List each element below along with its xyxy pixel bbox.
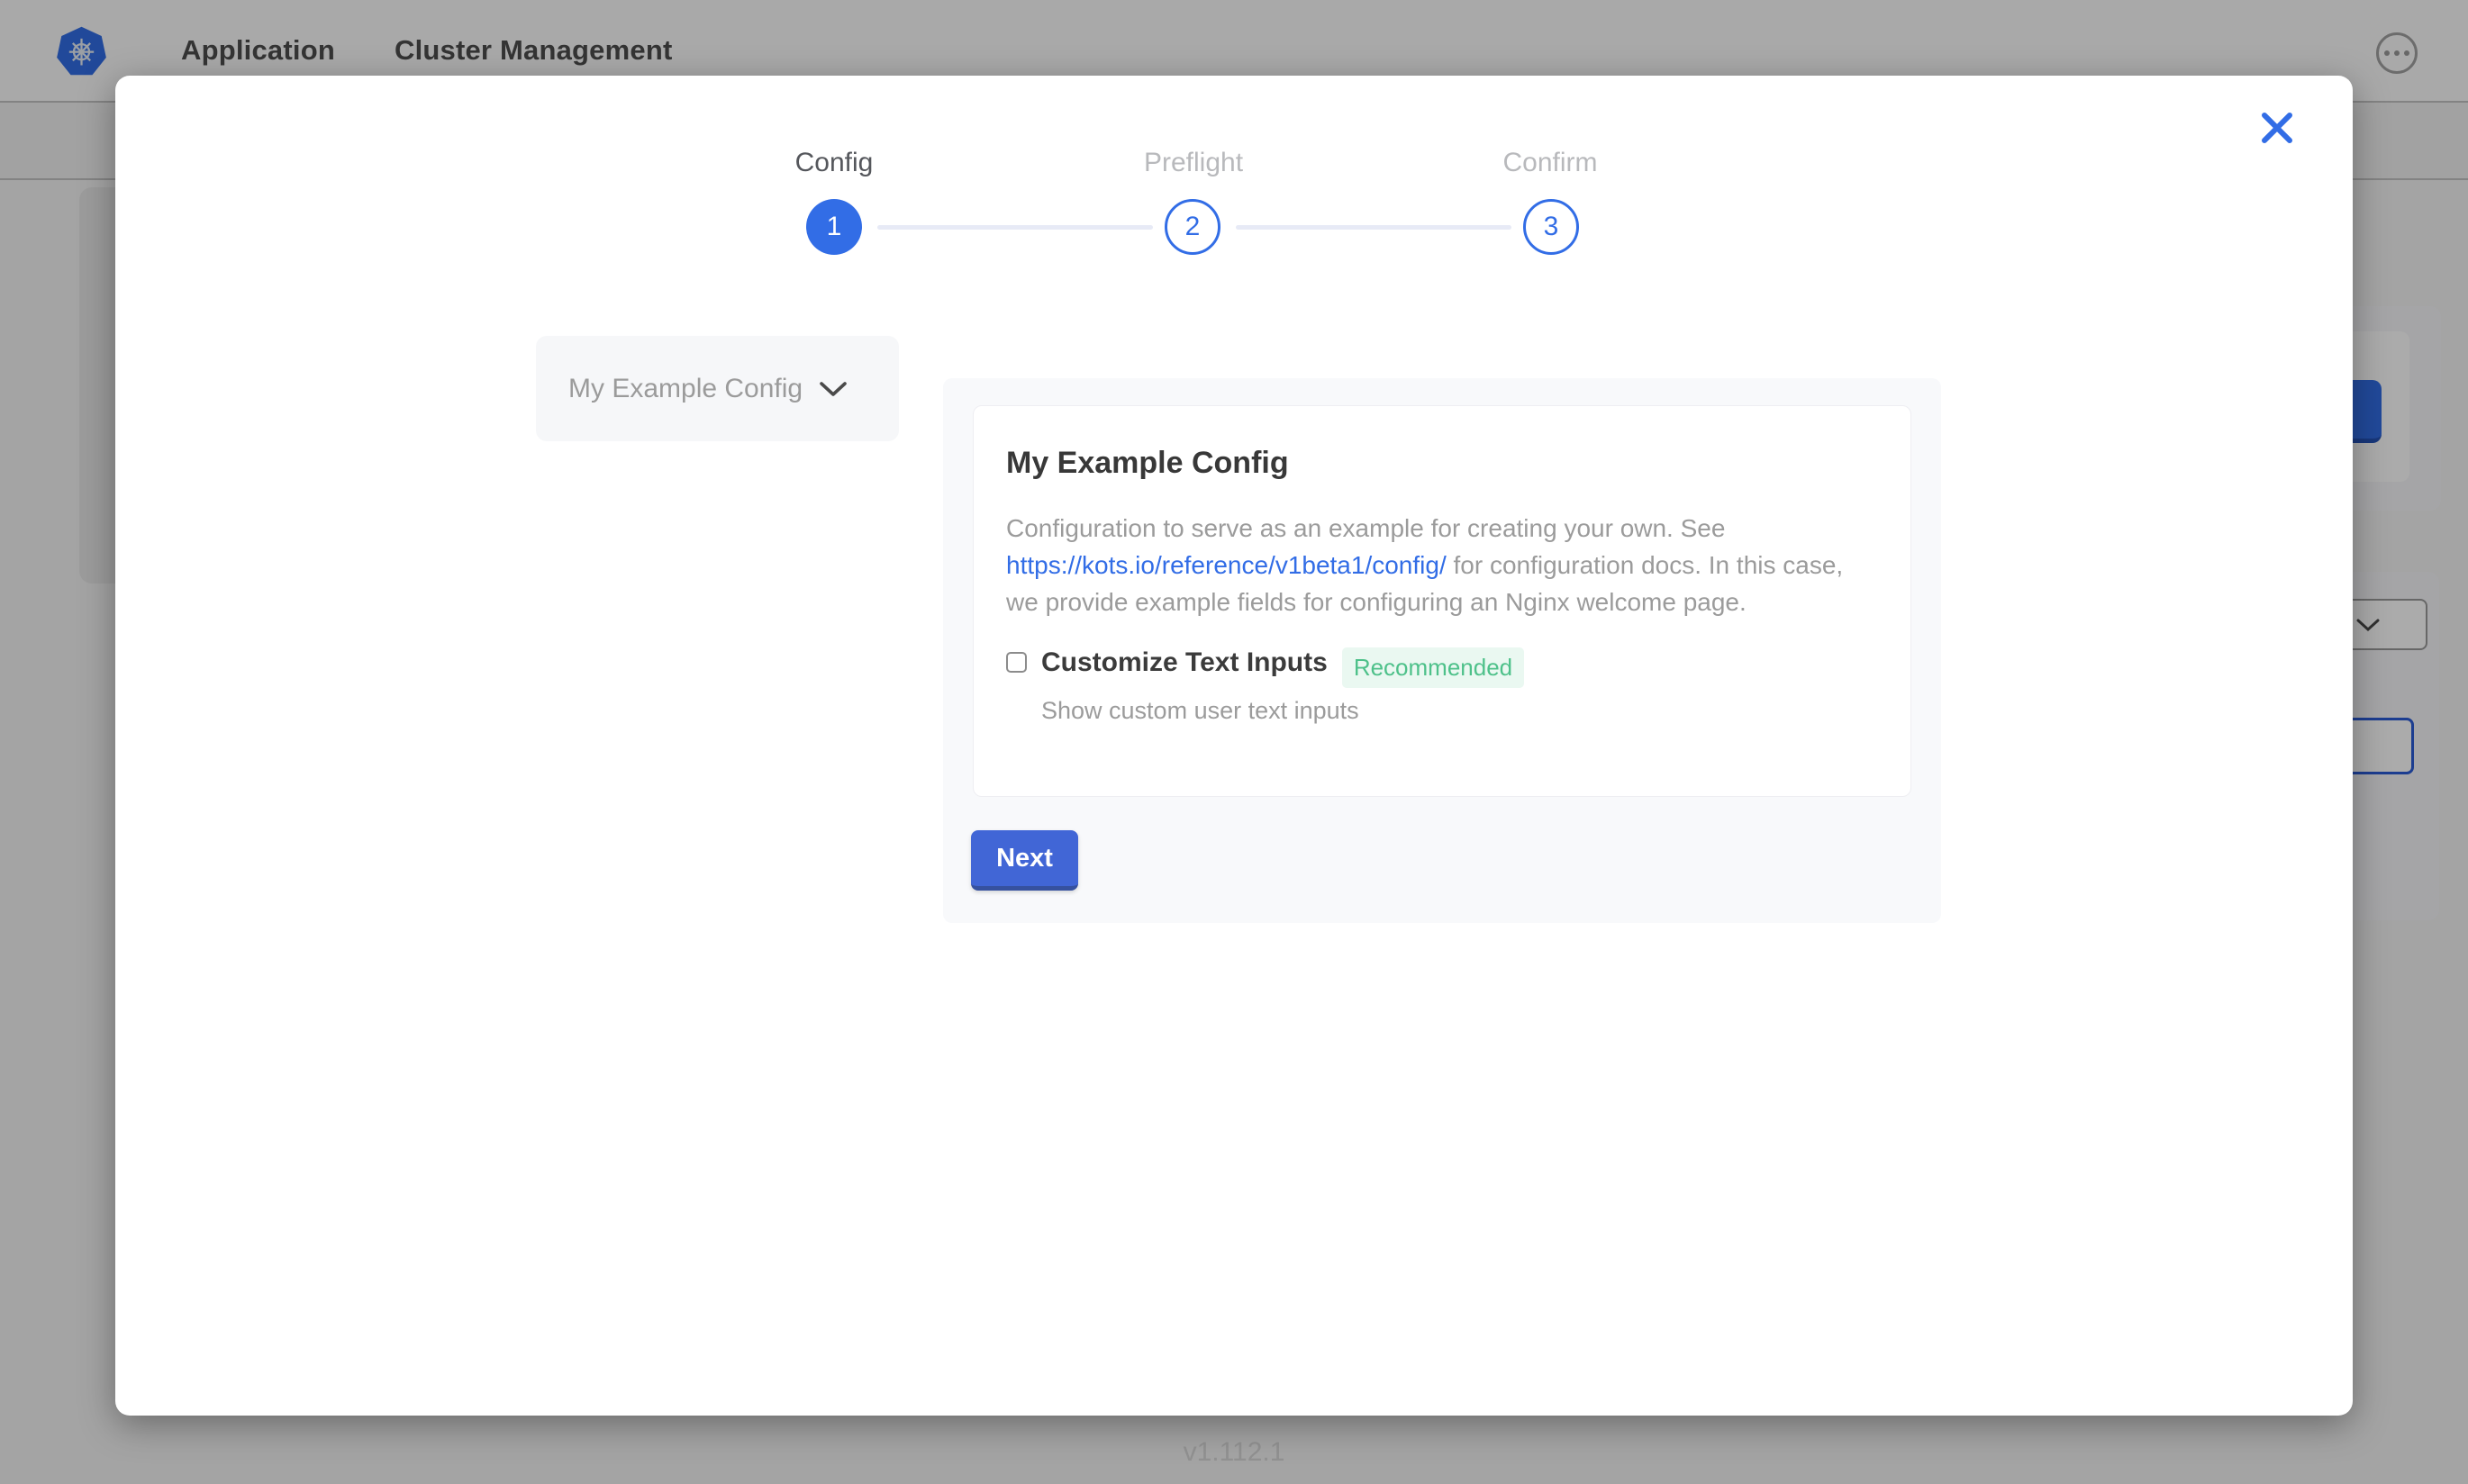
step-connector-2 <box>1236 225 1511 230</box>
step-circle-1[interactable]: 1 <box>806 199 862 255</box>
config-panel: My Example Config Configuration to serve… <box>943 378 1941 923</box>
customize-text-inputs-help: Show custom user text inputs <box>1041 697 1874 725</box>
step-number: 2 <box>1185 212 1201 242</box>
step-circle-2[interactable]: 2 <box>1165 199 1220 255</box>
step-label-preflight: Preflight <box>1049 148 1338 178</box>
description-text: for configuration docs. In this case, <box>1447 551 1843 579</box>
chevron-down-icon <box>819 380 848 398</box>
config-group-card: My Example Config Configuration to serve… <box>973 405 1911 797</box>
step-circle-3[interactable]: 3 <box>1523 199 1579 255</box>
screen: Application Cluster Management 0 y v1.11… <box>0 0 2468 1484</box>
config-wizard-modal: Config Preflight Confirm 1 2 3 My Exampl… <box>115 76 2353 1416</box>
step-connector-1 <box>877 225 1153 230</box>
customize-text-inputs-label[interactable]: Customize Text Inputs <box>1041 647 1328 678</box>
recommended-badge: Recommended <box>1342 647 1524 688</box>
customize-text-inputs-checkbox[interactable] <box>1006 652 1027 673</box>
step-label-confirm: Confirm <box>1406 148 1694 178</box>
description-line: we provide example fields for configurin… <box>1006 584 1874 620</box>
step-label-config: Config <box>690 148 978 178</box>
description-line: https://kots.io/reference/v1beta1/config… <box>1006 547 1874 584</box>
description-line: Configuration to serve as an example for… <box>1006 510 1874 547</box>
step-number: 1 <box>827 212 842 242</box>
customize-text-inputs-row: Customize Text Inputs Recommended <box>1006 647 1874 688</box>
close-icon[interactable] <box>2259 110 2295 146</box>
config-docs-link[interactable]: https://kots.io/reference/v1beta1/config… <box>1006 551 1447 579</box>
step-number: 3 <box>1544 212 1559 242</box>
config-group-description: Configuration to serve as an example for… <box>1006 510 1874 620</box>
config-group-title: My Example Config <box>1006 446 1874 481</box>
config-group-chooser[interactable]: My Example Config <box>536 336 899 441</box>
config-group-label: My Example Config <box>568 374 803 404</box>
next-button[interactable]: Next <box>971 830 1078 891</box>
